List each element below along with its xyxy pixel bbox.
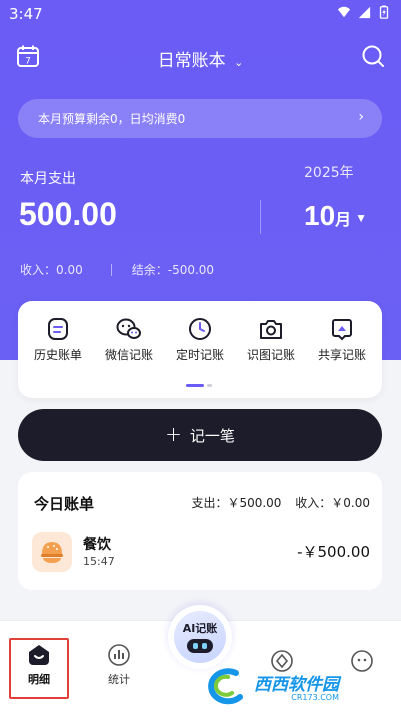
tab-label: 明细 [28,673,50,686]
quick-action-history[interactable]: 历史账单 [22,317,94,363]
month-picker[interactable]: 10月 ▼ [304,200,367,232]
quick-action-label: 微信记账 [104,348,153,362]
bill-category: 餐饮 [83,537,111,553]
robot-icon [187,639,213,653]
watermark-text: 西西软件园 [254,675,339,695]
page-dot [207,384,212,387]
camera-icon [260,320,282,339]
status-bar: 3:47 [0,0,401,28]
signal-icon [358,6,371,19]
today-title: 今日账单 [34,495,95,513]
balance-label: 结余：-500.00 [131,263,215,277]
quick-action-label: 历史账单 [33,348,82,362]
month-suffix: 月 [335,212,352,229]
bill-amount: -￥500.00 [297,543,370,561]
income-label: 收入：0.00 [20,263,83,277]
page-indicator [186,384,212,387]
today-bills-card: 今日账单 支出：￥500.00 收入：￥0.00 餐饮 15:47 -￥500.… [18,472,382,590]
plus-icon: + [165,422,182,446]
record-button-label: 记一笔 [189,426,235,445]
budget-banner[interactable]: 本月预算剩余0，日均消费0 › [18,99,382,138]
ai-record-label: AI记账 [182,622,218,635]
caret-down-icon: ▼ [355,210,368,225]
quick-action-share[interactable]: 共享记账 [306,317,378,363]
status-icons [337,5,391,19]
month-number: 10 [304,200,336,231]
battery-icon [379,5,389,19]
quick-action-scheduled[interactable]: 定时记账 [164,317,236,363]
clock-icon [189,318,211,340]
budget-text: 本月预算剩余0，日均消费0 [38,112,186,126]
ai-record-badge: AI记账 [174,611,226,663]
month-expense-label: 本月支出 [20,171,76,187]
record-button[interactable]: + 记一笔 [18,409,382,461]
stats-icon [108,644,130,666]
today-summary: 支出：￥500.00 收入：￥0.00 [181,494,370,511]
divider [260,200,261,234]
ledger-title: 日常账本 [157,51,226,71]
watermark: 西西软件园 CR173.COM [206,664,396,708]
tab-detail[interactable]: 明细 [9,643,69,687]
quick-actions-card: 历史账单 微信记账 定时记账 识图记账 共享记账 [18,301,382,398]
quick-action-label: 定时记账 [175,348,224,362]
chevron-right-icon: › [358,109,364,125]
wechat-icon [116,318,141,339]
wifi-icon [337,6,351,18]
ledger-selector[interactable]: 日常账本 ⌄ [0,46,401,71]
year-label: 2025年 [304,165,354,181]
detail-icon [29,645,49,665]
bill-time: 15:47 [83,555,115,568]
quick-action-label: 共享记账 [317,348,366,362]
quick-action-wechat[interactable]: 微信记账 [93,317,165,363]
page-dot-active [186,384,204,387]
watermark-logo-icon [208,668,243,705]
food-icon [32,532,72,572]
share-icon [332,319,352,341]
ai-record-button[interactable]: AI记账 [168,605,232,669]
app-header: 7 日常账本 ⌄ [0,40,401,74]
history-bill-icon [48,318,68,340]
tab-label: 统计 [108,673,130,686]
quick-action-image[interactable]: 识图记账 [235,317,307,363]
today-expense: 支出：￥500.00 [191,496,282,510]
income-balance-row: 收入：0.00 结余：-500.00 [20,261,214,278]
month-expense-amount: 500.00 [19,196,117,232]
status-time: 3:47 [9,5,43,23]
search-icon[interactable] [361,44,385,68]
chevron-down-icon: ⌄ [234,56,244,69]
tab-stats[interactable]: 统计 [89,643,149,687]
today-income: 收入：￥0.00 [295,496,370,510]
quick-action-label: 识图记账 [246,348,295,362]
divider [110,263,112,276]
